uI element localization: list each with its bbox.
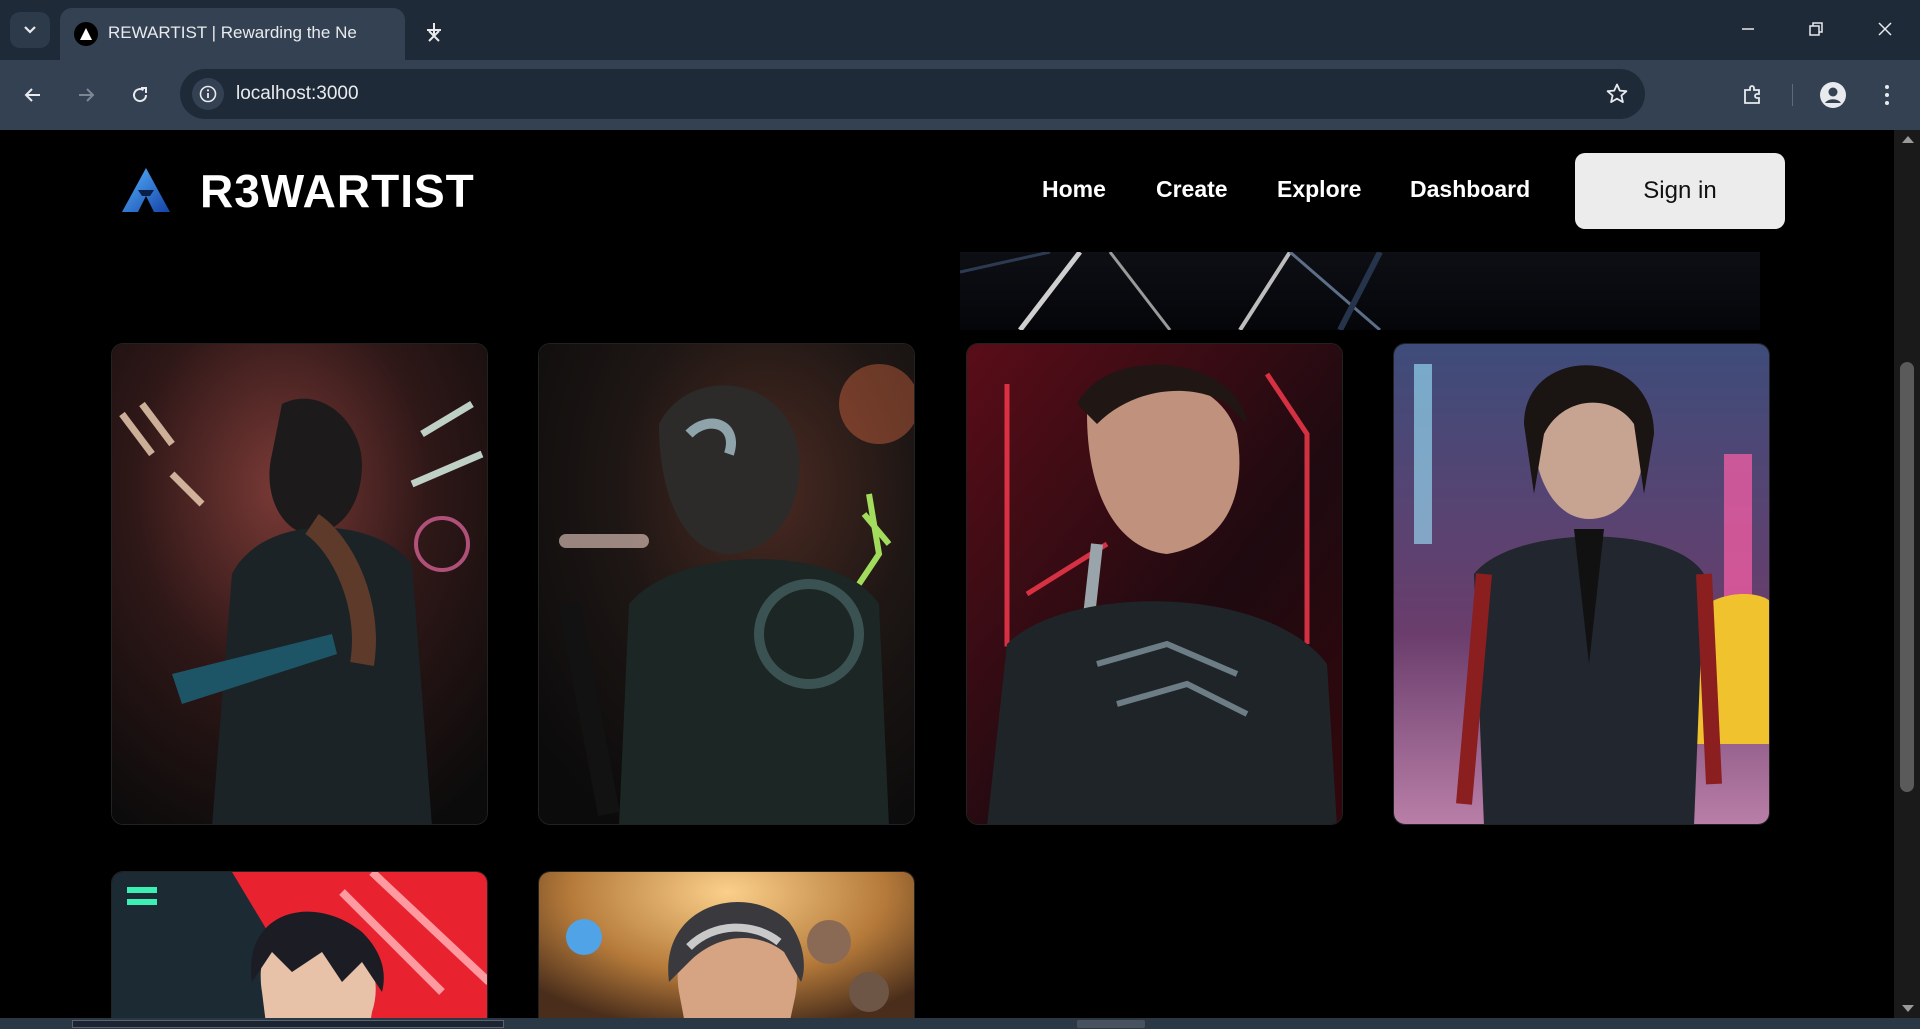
forward-button[interactable] [66, 75, 106, 115]
back-button[interactable] [13, 75, 53, 115]
horizontal-scrollbar-thumb[interactable] [1077, 1020, 1145, 1028]
nav-home-link[interactable]: Home [1042, 176, 1106, 203]
plus-icon [427, 23, 441, 37]
scrollbar-thumb[interactable] [1900, 362, 1914, 792]
brand-logo-icon[interactable] [120, 166, 172, 214]
restore-button[interactable] [1786, 8, 1846, 50]
nav-dashboard-link[interactable]: Dashboard [1410, 176, 1530, 203]
minimize-icon [1742, 28, 1754, 30]
gallery-card[interactable] [111, 343, 488, 825]
browser-tab-active[interactable]: REWARTIST | Rewarding the Ne [60, 8, 440, 60]
reload-button[interactable] [120, 75, 160, 115]
extensions-button[interactable] [1733, 75, 1773, 115]
brand-name[interactable]: R3WARTIST [200, 164, 475, 218]
restore-icon [1809, 22, 1823, 36]
site-header: R3WARTIST Home Create Explore Dashboard … [0, 130, 1894, 252]
close-icon [1878, 22, 1892, 36]
cyborg-john-wick-rain-artwork [1394, 344, 1769, 824]
bookmark-button[interactable] [1603, 80, 1631, 108]
horizontal-scrollbar[interactable] [0, 1018, 1920, 1029]
page-viewport: R3WARTIST Home Create Explore Dashboard … [0, 130, 1894, 1018]
scroll-down-arrow-icon[interactable] [1902, 1005, 1914, 1012]
gray-hair-man-fantasy-artwork [539, 872, 914, 1018]
gallery-card[interactable] [538, 871, 915, 1018]
url-text[interactable]: localhost:3000 [236, 83, 359, 105]
reload-icon [133, 87, 148, 103]
site-info-button[interactable] [192, 78, 224, 110]
new-tab-button[interactable] [418, 14, 450, 46]
cyberpunk-gunman-artwork [112, 344, 487, 824]
nav-explore-link[interactable]: Explore [1277, 176, 1361, 203]
site-favicon-icon [74, 22, 98, 46]
browser-menu-button[interactable] [1867, 75, 1907, 115]
scroll-up-arrow-icon[interactable] [1902, 136, 1914, 143]
minimize-button[interactable] [1718, 8, 1778, 50]
gallery-card[interactable] [111, 871, 488, 1018]
arrow-right-icon [79, 88, 95, 102]
tab-search-button[interactable] [10, 12, 50, 48]
vertical-scrollbar[interactable] [1894, 130, 1920, 1018]
arrow-left-icon [24, 88, 40, 102]
cyborg-warrior-artwork [539, 344, 914, 824]
tab-title: REWARTIST | Rewarding the Ne [108, 23, 357, 42]
gallery-card[interactable] [538, 343, 915, 825]
sign-in-button[interactable]: Sign in [1575, 153, 1785, 229]
puzzle-icon [1744, 85, 1760, 104]
browser-toolbar: localhost:3000 [0, 60, 1920, 130]
profile-button[interactable] [1813, 75, 1853, 115]
avatar-icon [1820, 82, 1846, 108]
gallery-card[interactable] [1393, 343, 1770, 825]
browser-tab-bar: REWARTIST | Rewarding the Ne [0, 0, 1920, 60]
address-bar[interactable]: localhost:3000 [180, 69, 1645, 119]
star-icon [1606, 83, 1628, 103]
chevron-down-icon [24, 26, 36, 34]
more-vertical-icon [1885, 85, 1889, 105]
hero-lines-decoration [960, 252, 1383, 330]
hero-banner-remnant [960, 252, 1760, 330]
cyborg-man-red-neon-artwork [967, 344, 1342, 824]
info-icon [199, 85, 217, 103]
gallery-card[interactable] [966, 343, 1343, 825]
nav-create-link[interactable]: Create [1156, 176, 1228, 203]
close-window-button[interactable] [1855, 8, 1915, 50]
red-anime-man-artwork [112, 872, 487, 1018]
